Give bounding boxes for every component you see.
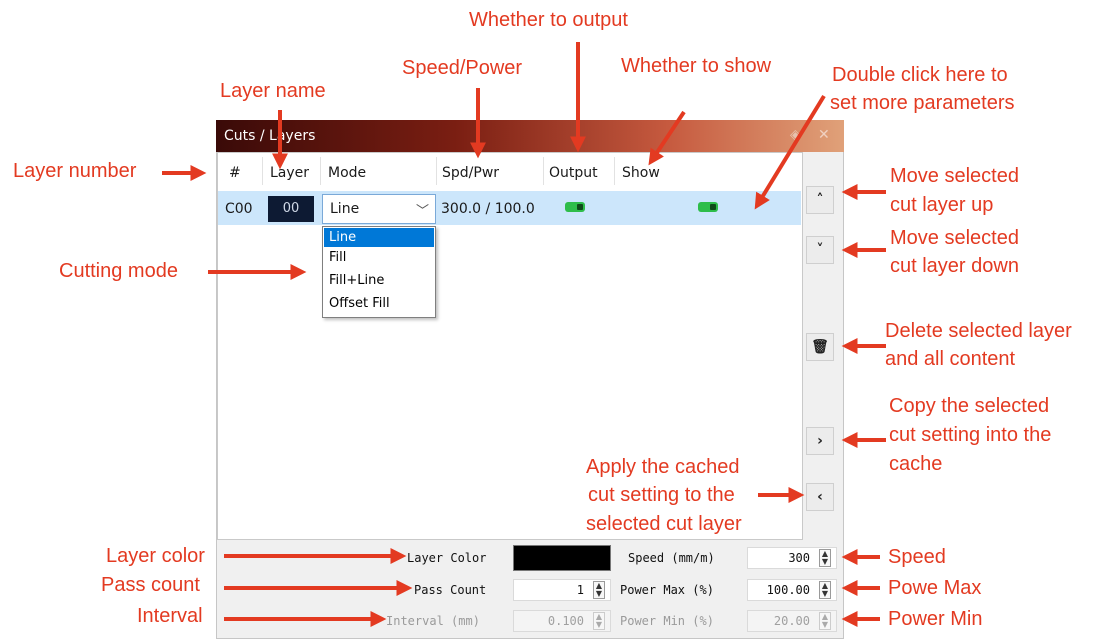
annotation-move-down-2: cut layer down	[890, 255, 1019, 277]
annotation-whether-output: Whether to output	[469, 9, 628, 31]
annotation-move-up-1: Move selected	[890, 165, 1019, 187]
annotation-layer-color: Layer color	[106, 545, 205, 567]
annotation-layer-number: Layer number	[13, 160, 137, 182]
annotation-delete-1: Delete selected layer	[885, 320, 1072, 342]
annotation-apply-1: Apply the cached	[586, 456, 740, 478]
annotation-delete-2: and all content	[885, 348, 1016, 370]
annotation-copy-3: cache	[889, 453, 943, 475]
annotation-move-down-1: Move selected	[890, 227, 1019, 249]
annotation-pass-count: Pass count	[101, 574, 200, 596]
annotation-power-max: Powe Max	[888, 577, 982, 599]
annotation-cutting-mode: Cutting mode	[59, 260, 178, 282]
annotation-apply-3: selected cut layer	[586, 513, 742, 535]
annotation-apply-2: cut setting to the	[588, 484, 735, 506]
annotation-copy-2: cut setting into the	[889, 424, 1052, 446]
annotation-interval: Interval	[137, 605, 203, 627]
annotation-speed-power: Speed/Power	[402, 57, 523, 79]
annotation-copy-1: Copy the selected	[889, 395, 1050, 417]
annotation-double-click-2: set more parameters	[830, 92, 1015, 114]
annotation-layer-name: Layer name	[220, 80, 326, 102]
annotation-whether-show: Whether to show	[621, 55, 772, 77]
annotation-power-min: Power Min	[888, 608, 983, 630]
annotation-move-up-2: cut layer up	[890, 194, 994, 216]
annotation-speed: Speed	[888, 546, 946, 568]
annotation-double-click-1: Double click here to	[832, 64, 1008, 86]
